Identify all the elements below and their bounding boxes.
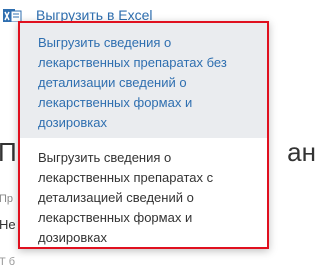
excel-icon[interactable] [3,8,23,22]
field-value: Не [0,217,16,232]
page-title-left: П [0,137,17,167]
field-label: Пр [0,193,14,205]
page-title-right: ан [287,137,316,167]
export-excel-link[interactable]: Выгрузить в Excel [36,8,153,22]
menu-option-export-without-details[interactable]: Выгрузить сведения о лекарственных препа… [20,23,267,138]
toolbar: Выгрузить в Excel [0,0,310,22]
menu-option-export-with-details[interactable]: Выгрузить сведения о лекарственных препа… [20,138,267,258]
export-dropdown-menu: Выгрузить сведения о лекарственных препа… [18,21,269,249]
bottom-text: Т б [0,256,16,265]
